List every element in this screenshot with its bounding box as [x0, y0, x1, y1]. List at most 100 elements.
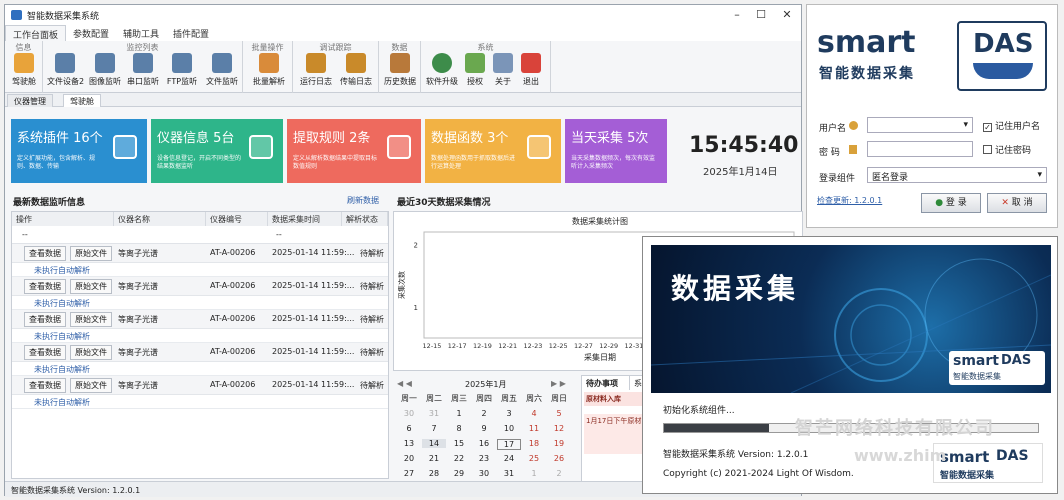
calendar-day[interactable]: 23 [472, 454, 496, 463]
calendar-day[interactable]: 26 [547, 454, 571, 463]
tab-cockpit[interactable]: 驾驶舱 [63, 94, 101, 107]
calendar-day[interactable]: 17 [497, 439, 521, 450]
calendar-day[interactable]: 5 [547, 409, 571, 418]
file-monitor-button[interactable]: 文件监听 [205, 53, 239, 87]
calendar-day[interactable]: 31 [422, 409, 446, 418]
maximize-button[interactable]: ☐ [749, 7, 773, 23]
view-data-button[interactable]: 查看数据 [24, 312, 66, 327]
history-data-button[interactable]: 历史数据 [383, 53, 417, 87]
image-monitor-button[interactable]: 图像监听 [89, 53, 121, 87]
raw-file-button[interactable]: 原始文件 [70, 279, 112, 294]
calendar-day[interactable]: 27 [397, 469, 421, 478]
row-main[interactable]: 查看数据 原始文件 等离子光谱 AT-A-00206 2025-01-14 11:59:… [12, 244, 388, 263]
calendar-day[interactable]: 2 [547, 469, 571, 478]
calendar-day[interactable]: 13 [397, 439, 421, 448]
prev-month-icon[interactable]: ◀ ◀ [397, 379, 412, 388]
next-month-icon[interactable]: ▶ ▶ [551, 379, 566, 388]
raw-file-button[interactable]: 原始文件 [70, 345, 112, 360]
calendar-day[interactable]: 28 [422, 469, 446, 478]
check-update-link[interactable]: 检查更新: 1.2.0.1 [817, 195, 882, 206]
tile-functions[interactable]: 数据函数 3个 数据处理函数用于抓取数据后进行运算处理 [425, 119, 561, 183]
table-row[interactable]: 查看数据 原始文件 等离子光谱 AT-A-00206 2025-01-14 11:59:… [12, 376, 388, 409]
username-input[interactable]: ▾ [867, 117, 973, 133]
filter-cell[interactable]: -- [22, 230, 28, 239]
calendar-day[interactable]: 29 [447, 469, 471, 478]
col-header[interactable]: 操作 [12, 212, 114, 226]
transfer-log-button[interactable]: 传输日志 [339, 53, 373, 87]
run-log-button[interactable]: 运行日志 [299, 53, 333, 87]
exit-button[interactable]: 退出 [519, 53, 543, 87]
row-main[interactable]: 查看数据 原始文件 等离子光谱 AT-A-00206 2025-01-14 11:59:… [12, 376, 388, 395]
license-button[interactable]: 授权 [463, 53, 487, 87]
calendar-day[interactable]: 24 [497, 454, 521, 463]
calendar-day[interactable]: 22 [447, 454, 471, 463]
col-header[interactable]: 仪器名称 [114, 212, 206, 226]
calendar-day[interactable]: 1 [522, 469, 546, 478]
calendar-day[interactable]: 30 [472, 469, 496, 478]
tab-instrument[interactable]: 仪器管理 [7, 94, 53, 107]
tab-workbench[interactable]: 工作台面板 [5, 25, 67, 41]
calendar-day[interactable]: 19 [547, 439, 571, 448]
component-select[interactable]: 匿名登录 ▾ [867, 167, 1047, 183]
tab-params[interactable]: 参数配置 [66, 25, 116, 41]
todo-tab[interactable]: 待办事项 [582, 376, 630, 390]
view-data-button[interactable]: 查看数据 [24, 279, 66, 294]
raw-file-button[interactable]: 原始文件 [70, 246, 112, 261]
calendar-day[interactable]: 12 [547, 424, 571, 433]
calendar-day[interactable]: 7 [422, 424, 446, 433]
calendar-day[interactable]: 9 [472, 424, 496, 433]
table-row[interactable]: 查看数据 原始文件 等离子光谱 AT-A-00206 2025-01-14 11:59:… [12, 277, 388, 310]
raw-file-button[interactable]: 原始文件 [70, 378, 112, 393]
calendar-day[interactable]: 10 [497, 424, 521, 433]
chevron-down-icon[interactable]: ▾ [963, 120, 968, 130]
row-main[interactable]: 查看数据 原始文件 等离子光谱 AT-A-00206 2025-01-14 11:59:… [12, 343, 388, 362]
raw-file-button[interactable]: 原始文件 [70, 312, 112, 327]
close-button[interactable]: ✕ [775, 7, 799, 23]
row-main[interactable]: 查看数据 原始文件 等离子光谱 AT-A-00206 2025-01-14 11:59:… [12, 310, 388, 329]
col-header[interactable]: 数据采集时间 [268, 212, 342, 226]
tile-instruments[interactable]: 仪器信息 5台 设备信息登记，开启不同类型的结果数据监听 [151, 119, 283, 183]
login-button[interactable]: ● 登 录 [921, 193, 981, 213]
calendar-day[interactable]: 18 [522, 439, 546, 448]
file-device2-button[interactable]: 文件设备2 [47, 53, 84, 87]
tab-tools[interactable]: 辅助工具 [116, 25, 166, 41]
remember-user-checkbox[interactable]: ✓ 记住用户名 [983, 119, 1040, 132]
calendar-day[interactable]: 20 [397, 454, 421, 463]
remember-pwd-checkbox[interactable]: 记住密码 [983, 143, 1031, 156]
view-data-button[interactable]: 查看数据 [24, 378, 66, 393]
calendar-day[interactable]: 21 [422, 454, 446, 463]
calendar-day[interactable]: 4 [522, 409, 546, 418]
batch-parse-button[interactable]: 批量解析 [252, 53, 286, 87]
cancel-button[interactable]: ✕ 取 消 [987, 193, 1047, 213]
view-data-button[interactable]: 查看数据 [24, 345, 66, 360]
filter-row[interactable]: -- -- [12, 226, 388, 244]
calendar-day[interactable]: 8 [447, 424, 471, 433]
view-data-button[interactable]: 查看数据 [24, 246, 66, 261]
tile-rules[interactable]: 提取规则 2条 定义从解析数据结果中提取目标数值规则 [287, 119, 421, 183]
row-main[interactable]: 查看数据 原始文件 等离子光谱 AT-A-00206 2025-01-14 11:59:… [12, 277, 388, 296]
calendar-day[interactable]: 3 [497, 409, 521, 418]
calendar-day[interactable]: 16 [472, 439, 496, 448]
calendar-day[interactable]: 30 [397, 409, 421, 418]
calendar-day[interactable]: 2 [472, 409, 496, 418]
refresh-link[interactable]: 刷新数据 [347, 195, 379, 206]
tile-today[interactable]: 当天采集 5次 当天采集数据频次，每次有效监听计入采集频次 [565, 119, 667, 183]
calendar-day[interactable]: 1 [447, 409, 471, 418]
cockpit-button[interactable]: 驾驶舱 [8, 53, 40, 87]
col-header[interactable]: 解析状态 [342, 212, 388, 226]
col-header[interactable]: 仪器编号 [206, 212, 268, 226]
tile-plugins[interactable]: 系统插件 16个 定义扩展功能，包含解析、规则、数据、传输 [11, 119, 147, 183]
table-row[interactable]: 查看数据 原始文件 等离子光谱 AT-A-00206 2025-01-14 11:59:… [12, 310, 388, 343]
about-button[interactable]: 关于 [491, 53, 515, 87]
filter-cell[interactable]: -- [276, 230, 282, 239]
calendar-day[interactable]: 15 [447, 439, 471, 448]
serial-monitor-button[interactable]: 串口监听 [127, 53, 159, 87]
ftp-monitor-button[interactable]: FTP监听 [165, 53, 199, 87]
upgrade-button[interactable]: 软件升级 [425, 53, 459, 87]
chevron-down-icon[interactable]: ▾ [1037, 170, 1042, 180]
calendar-day[interactable]: 6 [397, 424, 421, 433]
calendar-day[interactable]: 25 [522, 454, 546, 463]
calendar-day[interactable]: 14 [422, 439, 446, 448]
calendar-day[interactable]: 31 [497, 469, 521, 478]
minimize-button[interactable]: – [725, 7, 749, 23]
